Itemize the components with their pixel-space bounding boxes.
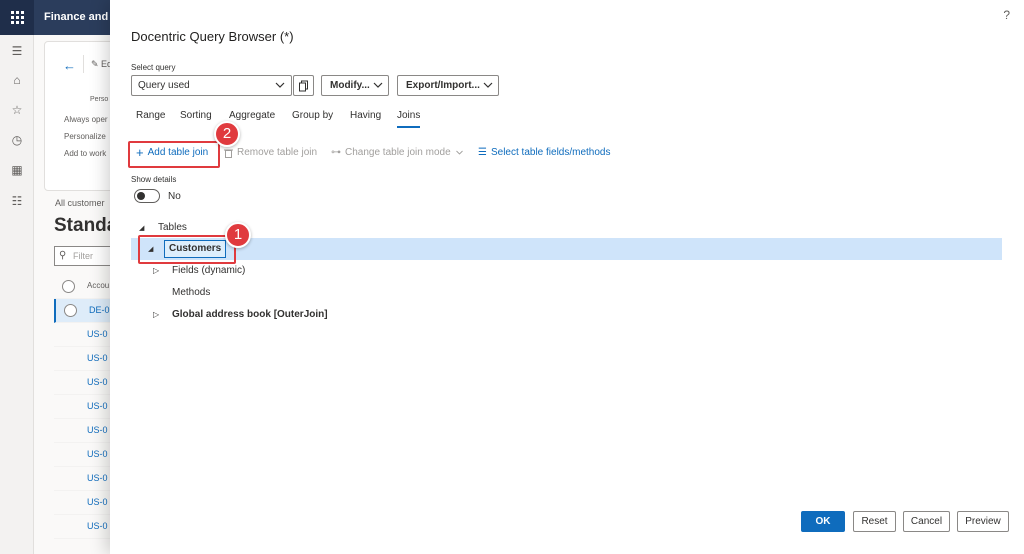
action-pane-card: ← ✎ Edi Perso Always oper Personalize Ad… [44, 41, 110, 191]
table-row[interactable]: US-0 [54, 347, 110, 371]
home-icon[interactable]: ⌂ [9, 72, 25, 88]
tab-sorting[interactable]: Sorting [180, 110, 212, 121]
list-icon[interactable]: ☷ [9, 193, 25, 209]
tab-range[interactable]: Range [136, 110, 165, 121]
card-link[interactable]: Add to work [64, 149, 106, 158]
table-row[interactable]: US-0 [54, 395, 110, 419]
filter-input[interactable]: ⚲ Filter [54, 246, 110, 266]
copy-query-button[interactable] [293, 75, 314, 96]
reset-button[interactable]: Reset [853, 511, 896, 532]
highlight-customers [138, 235, 236, 264]
card-link[interactable]: Personalize [64, 132, 106, 141]
edit-button[interactable]: ✎ Edi [91, 59, 110, 70]
remove-table-join-button[interactable]: Remove table join [224, 147, 317, 158]
star-icon[interactable]: ☆ [9, 102, 25, 118]
table-row[interactable]: US-0 [54, 371, 110, 395]
waffle-icon [10, 11, 24, 24]
step-badge-1: 1 [225, 222, 251, 248]
back-arrow-icon[interactable]: ← [63, 58, 76, 73]
app-launcher-button[interactable] [0, 0, 34, 35]
chevron-down-icon [275, 82, 285, 88]
chevron-down-icon [373, 82, 383, 88]
show-details-toggle[interactable] [134, 189, 160, 203]
dialog-title: Docentric Query Browser (*) [131, 29, 294, 44]
hamburger-icon[interactable]: ☰ [9, 43, 25, 59]
help-icon[interactable]: ? [1003, 8, 1010, 22]
tab-aggregate[interactable]: Aggregate [229, 110, 275, 121]
query-browser-dialog: ? Docentric Query Browser (*) Select que… [110, 0, 1024, 554]
clock-icon[interactable]: ◷ [9, 132, 25, 148]
step-badge-2: 2 [214, 121, 240, 147]
table-row[interactable]: US-0 [54, 419, 110, 443]
card-link[interactable]: Always oper [64, 115, 108, 124]
table-row[interactable]: US-0 [54, 443, 110, 467]
field-list-icon: ☰ [478, 147, 487, 158]
select-table-fields-button[interactable]: ☰ Select table fields/methods [478, 147, 610, 158]
tree-node-customers[interactable]: ◢ Customers [131, 238, 1002, 260]
table-row[interactable]: US-0 [54, 515, 110, 539]
caret-expanded-icon[interactable]: ◢ [139, 224, 144, 232]
background-page: ← ✎ Edi Perso Always oper Personalize Ad… [34, 35, 110, 554]
select-query-label: Select query [131, 63, 176, 72]
all-customers-label: All customer [55, 198, 105, 208]
copy-icon [298, 80, 308, 91]
highlight-add-table-join [128, 141, 220, 168]
view-title: Standa [54, 215, 110, 236]
select-query-dropdown[interactable]: Query used [131, 75, 292, 96]
table-row[interactable]: US-0 [54, 467, 110, 491]
caret-collapsed-icon[interactable]: ▷ [153, 266, 159, 275]
calendar-icon[interactable]: ▦ [9, 162, 25, 178]
show-details-label: Show details [131, 175, 177, 184]
table-row[interactable]: DE-0 [54, 299, 110, 323]
search-icon: ⚲ [59, 250, 67, 261]
grid-header: Accou [54, 275, 110, 299]
show-details-value: No [168, 191, 181, 202]
modify-button[interactable]: Modify... [321, 75, 389, 96]
ok-button[interactable]: OK [801, 511, 845, 532]
table-row[interactable]: US-0 [54, 491, 110, 515]
trash-icon [224, 149, 233, 158]
cancel-button[interactable]: Cancel [903, 511, 950, 532]
preview-button[interactable]: Preview [957, 511, 1009, 532]
table-row[interactable]: US-0 [54, 323, 110, 347]
tab-group-by[interactable]: Group by [292, 110, 333, 121]
app-title: Finance and [44, 11, 109, 23]
change-join-mode-button[interactable]: ⊶ Change table join mode [331, 147, 464, 158]
export-import-button[interactable]: Export/Import... [397, 75, 499, 96]
chevron-down-icon [455, 150, 463, 155]
caret-collapsed-icon[interactable]: ▷ [153, 310, 159, 319]
tab-having[interactable]: Having [350, 110, 381, 121]
tab-joins[interactable]: Joins [397, 110, 421, 128]
link-icon: ⊶ [331, 147, 341, 158]
navigation-rail: ☰ ⌂ ☆ ◷ ▦ ☷ [0, 35, 34, 554]
select-all-radio[interactable] [62, 280, 75, 293]
chevron-down-icon [483, 82, 493, 88]
card-small-label: Perso [90, 96, 109, 103]
